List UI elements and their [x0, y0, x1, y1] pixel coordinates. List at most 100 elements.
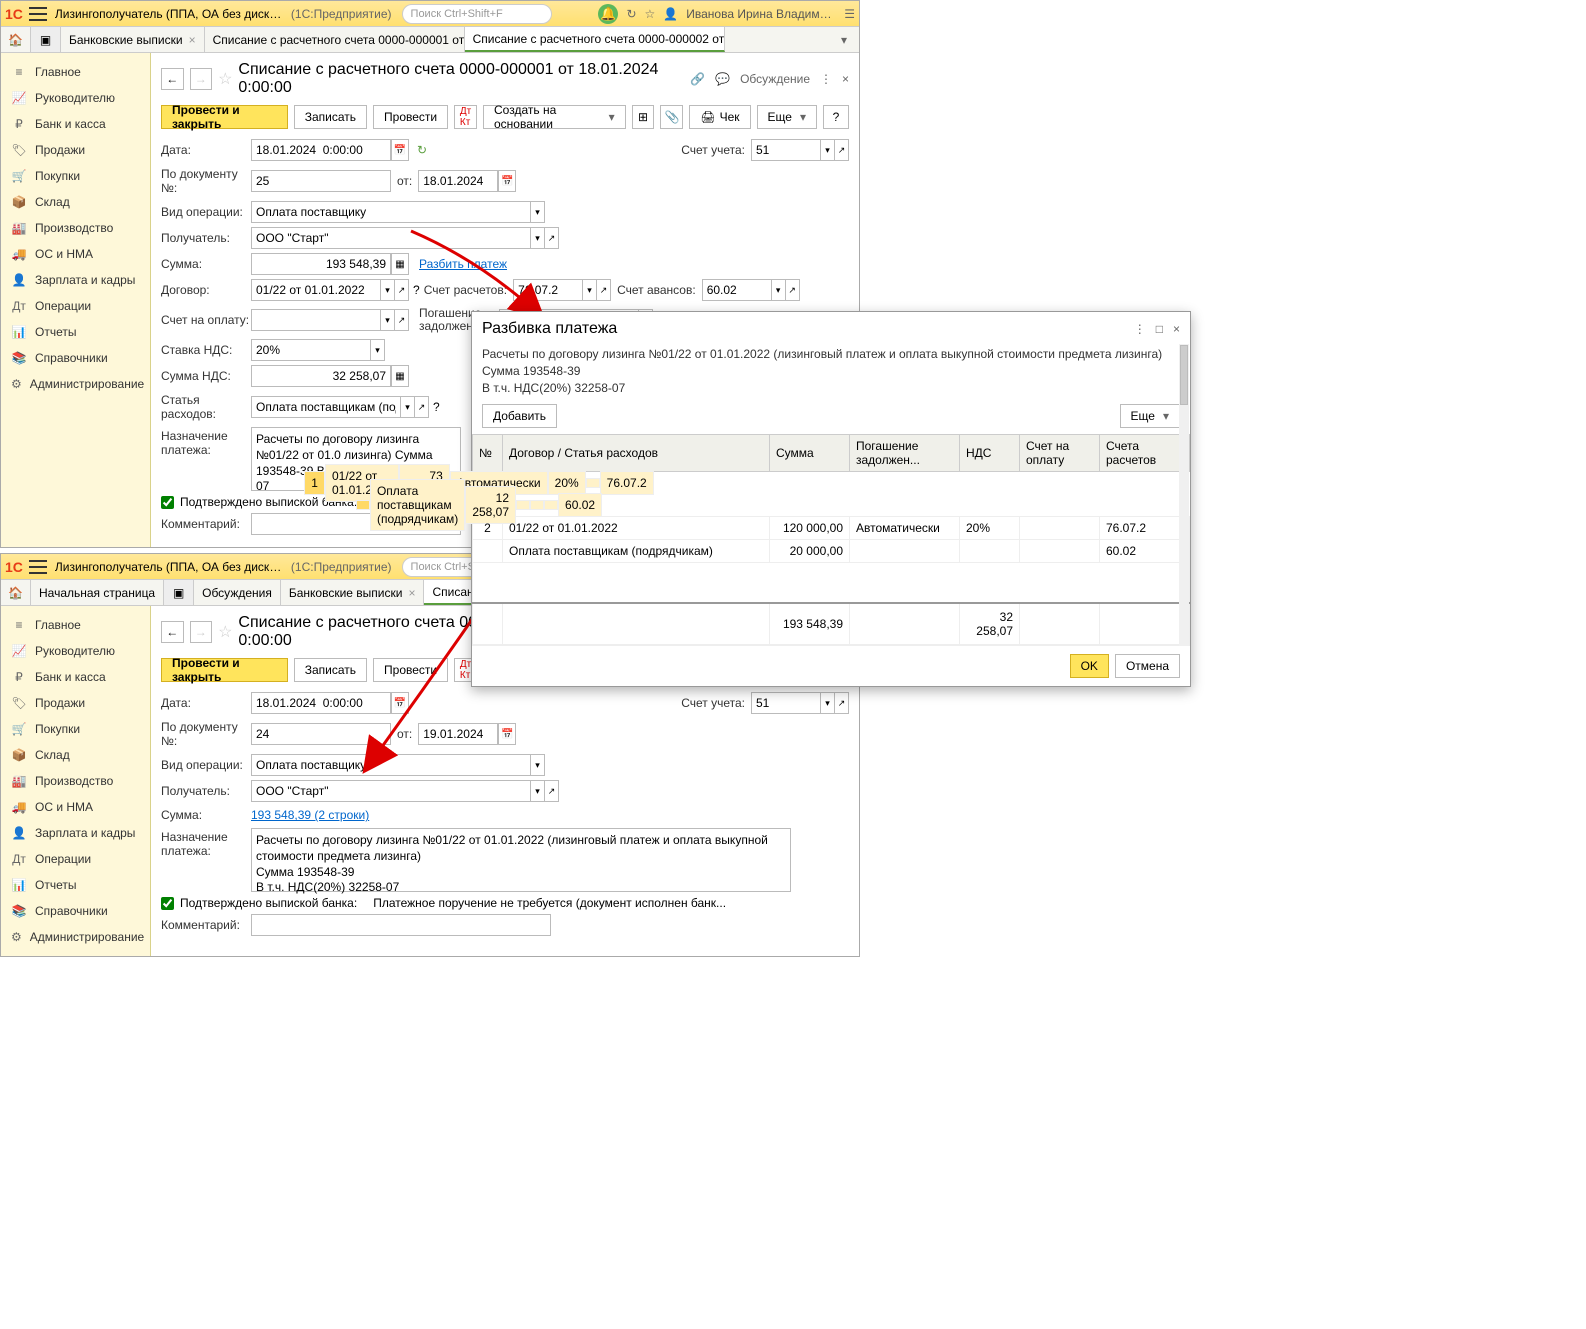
create-based-on-button[interactable]: Создать на основании [483, 105, 626, 129]
favorite-icon[interactable]: ☆ [218, 69, 232, 89]
maximize-icon[interactable]: □ [1156, 322, 1163, 336]
cancel-button[interactable]: Отмена [1115, 654, 1180, 678]
kebab-icon[interactable]: ⋮ [820, 72, 832, 86]
sidebar-item-manager[interactable]: 📈Руководителю [1, 85, 150, 111]
close-icon[interactable]: × [1173, 322, 1180, 336]
confirmed-checkbox[interactable] [161, 496, 174, 509]
discuss-icon[interactable]: 💬 [715, 72, 730, 86]
save-button[interactable]: Записать [294, 658, 367, 682]
discuss-label[interactable]: Обсуждение [740, 72, 810, 86]
close-icon[interactable]: × [408, 586, 415, 600]
dtkt-button[interactable]: ДтКт [454, 105, 477, 129]
menu-icon[interactable] [29, 560, 47, 574]
more-button[interactable]: Еще [1120, 404, 1180, 428]
panel-icon[interactable]: ☰ [844, 7, 855, 21]
attach-button[interactable]: 📎 [660, 105, 683, 129]
sidebar-item-warehouse[interactable]: 📦Склад [1, 189, 150, 215]
sidebar-item-sales[interactable]: 🏷Продажи [1, 690, 150, 716]
check-button[interactable]: 🖨Чек [689, 105, 750, 129]
dropdown-icon[interactable]: ▾ [531, 754, 545, 776]
open-icon[interactable]: ↗ [395, 279, 409, 301]
help-icon[interactable]: ? [413, 283, 420, 297]
docnum-input[interactable] [251, 723, 391, 745]
menu-icon[interactable] [29, 7, 47, 21]
username[interactable]: Иванова Ирина Владимиров... [686, 7, 836, 21]
post-close-button[interactable]: Провести и закрыть [161, 658, 288, 682]
tabs-dropdown-icon[interactable]: ▾ [829, 27, 859, 52]
vat-input[interactable] [251, 339, 371, 361]
docnum-input[interactable] [251, 170, 391, 192]
col-vat[interactable]: НДС [960, 435, 1020, 472]
forward-button[interactable]: → [190, 68, 213, 90]
sidebar-item-admin[interactable]: ⚙Администрирование [1, 371, 150, 397]
forward-button[interactable]: → [190, 621, 213, 643]
kebab-icon[interactable]: ⋮ [1134, 322, 1146, 336]
close-icon[interactable]: × [842, 72, 849, 86]
recipient-input[interactable] [251, 780, 531, 802]
col-invoice[interactable]: Счет на оплату [1020, 435, 1100, 472]
table-row[interactable]: 201/22 от 01.01.2022120 000,00Автоматиче… [473, 517, 1190, 540]
dropdown-icon[interactable]: ▾ [401, 396, 415, 418]
calc-icon[interactable]: ▦ [391, 253, 409, 275]
link-icon[interactable]: 🔗 [690, 72, 705, 86]
confirmed-checkbox[interactable] [161, 897, 174, 910]
dropdown-icon[interactable]: ▾ [531, 780, 545, 802]
structure-button[interactable]: ⊞ [632, 105, 655, 129]
open-icon[interactable]: ↗ [835, 692, 849, 714]
col-num[interactable]: № [473, 435, 503, 472]
recipient-input[interactable] [251, 227, 531, 249]
dropdown-icon[interactable]: ▾ [531, 227, 545, 249]
table-row[interactable]: Оплата поставщикам (подрядчикам)12 258,0… [473, 494, 487, 516]
tab-writeoff-2[interactable]: Списание с расчетного счета 0000-000002 … [465, 27, 725, 52]
calendar-icon[interactable]: 📅 [391, 692, 409, 714]
back-button[interactable]: ← [161, 68, 184, 90]
help-button[interactable]: ? [823, 105, 849, 129]
tab-discuss[interactable]: Обсуждения [194, 580, 281, 605]
invoice-input[interactable] [251, 309, 381, 331]
col-contract[interactable]: Договор / Статья расходов [503, 435, 770, 472]
purpose-textarea[interactable]: Расчеты по договору лизинга №01/22 от 01… [251, 828, 791, 892]
contract-input[interactable] [251, 279, 381, 301]
sidebar-item-assets[interactable]: 🚚ОС и НМА [1, 794, 150, 820]
history-icon[interactable]: ↻ [626, 7, 636, 21]
account-input[interactable] [751, 692, 821, 714]
calendar-icon[interactable]: 📅 [498, 723, 516, 745]
home-icon[interactable]: 🏠 [1, 580, 31, 605]
sidebar-item-admin[interactable]: ⚙Администрирование [1, 924, 150, 950]
sidebar-item-purchases[interactable]: 🛒Покупки [1, 163, 150, 189]
sidebar-item-manager[interactable]: 📈Руководителю [1, 638, 150, 664]
open-icon[interactable]: ↗ [545, 227, 559, 249]
acct-adv-input[interactable] [702, 279, 772, 301]
tab-bank[interactable]: Банковские выписки× [61, 27, 205, 52]
windows-icon[interactable]: ▣ [164, 580, 194, 605]
docdate-input[interactable] [418, 170, 498, 192]
calendar-icon[interactable]: 📅 [498, 170, 516, 192]
col-accts[interactable]: Счета расчетов [1100, 435, 1190, 472]
more-button[interactable]: Еще [757, 105, 817, 129]
sidebar-item-operations[interactable]: ДтОперации [1, 293, 150, 319]
home-icon[interactable]: 🏠 [1, 27, 31, 52]
save-button[interactable]: Записать [294, 105, 367, 129]
sidebar-item-main[interactable]: ≡Главное [1, 612, 150, 638]
sidebar-item-production[interactable]: 🏭Производство [1, 768, 150, 794]
comment-input[interactable] [251, 914, 551, 936]
optype-input[interactable] [251, 201, 531, 223]
vat-sum-input[interactable] [251, 365, 391, 387]
date-input[interactable] [251, 139, 391, 161]
close-icon[interactable]: × [189, 33, 196, 47]
sidebar-item-bank[interactable]: ₽Банк и касса [1, 664, 150, 690]
table-row[interactable]: Оплата поставщикам (подрядчикам)20 000,0… [473, 540, 1190, 563]
star-icon[interactable]: ☆ [645, 7, 656, 21]
sidebar-item-refs[interactable]: 📚Справочники [1, 898, 150, 924]
open-icon[interactable]: ↗ [835, 139, 849, 161]
open-icon[interactable]: ↗ [786, 279, 800, 301]
sidebar-item-production[interactable]: 🏭Производство [1, 215, 150, 241]
ok-button[interactable]: OK [1070, 654, 1109, 678]
open-icon[interactable]: ↗ [545, 780, 559, 802]
sidebar-item-reports[interactable]: 📊Отчеты [1, 319, 150, 345]
post-button[interactable]: Провести [373, 105, 448, 129]
sum-input[interactable] [251, 253, 391, 275]
refresh-icon[interactable]: ↻ [417, 143, 427, 157]
post-button[interactable]: Провести [373, 658, 448, 682]
open-icon[interactable]: ↗ [597, 279, 611, 301]
